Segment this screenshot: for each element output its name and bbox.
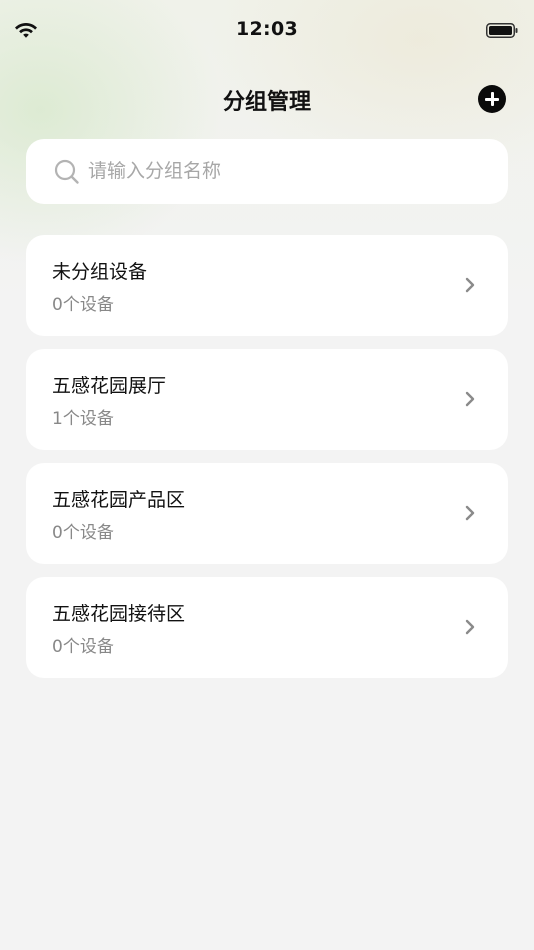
- chevron-right-icon: [465, 619, 475, 635]
- page-title: 分组管理: [222, 90, 311, 115]
- chevron-right-icon: [465, 505, 475, 521]
- group-device-count: 0个设备: [52, 637, 114, 657]
- chevron-right-icon: [465, 391, 475, 407]
- search-icon: [54, 159, 79, 184]
- chevron-right-icon: [465, 277, 475, 293]
- group-name: 五感花园接待区: [52, 603, 186, 625]
- group-item-product-area[interactable]: 五感花园产品区 0个设备: [26, 463, 508, 564]
- group-device-count: 0个设备: [52, 523, 114, 543]
- battery-icon: [486, 23, 518, 38]
- group-item-reception-area[interactable]: 五感花园接待区 0个设备: [26, 577, 508, 678]
- status-bar: 12:03: [0, 0, 534, 60]
- group-device-count: 0个设备: [52, 295, 114, 315]
- search-input[interactable]: [88, 151, 488, 191]
- group-name: 五感花园展厅: [52, 375, 167, 397]
- status-time: 12:03: [236, 18, 298, 40]
- group-name: 未分组设备: [52, 261, 148, 283]
- group-item-ungrouped[interactable]: 未分组设备 0个设备: [26, 235, 508, 336]
- group-name: 五感花园产品区: [52, 489, 186, 511]
- add-group-button[interactable]: [478, 85, 506, 113]
- group-item-showroom[interactable]: 五感花园展厅 1个设备: [26, 349, 508, 450]
- group-list: 未分组设备 0个设备 五感花园展厅 1个设备 五感花园产品区 0个设备 五感花园…: [26, 235, 508, 691]
- group-device-count: 1个设备: [52, 409, 114, 429]
- search-bar[interactable]: [26, 139, 508, 204]
